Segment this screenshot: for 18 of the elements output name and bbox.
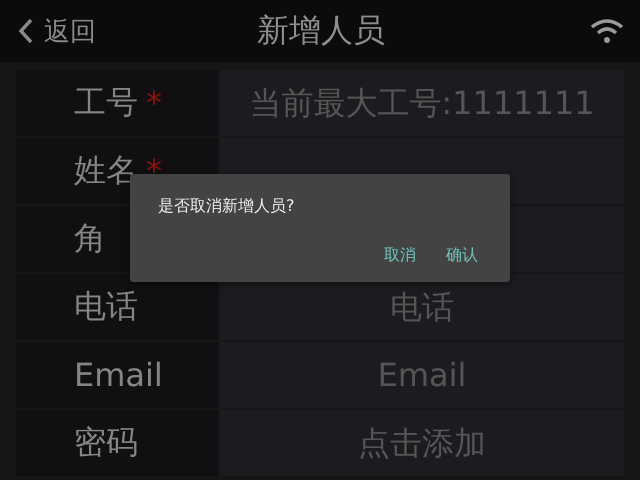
- field-label: 工号: [74, 82, 138, 123]
- chevron-left-icon: [18, 18, 34, 44]
- field-label: Email: [74, 356, 163, 394]
- field-label: 密码: [74, 422, 138, 463]
- required-mark: *: [146, 84, 162, 122]
- field-label: 角: [74, 218, 106, 259]
- input-field[interactable]: 当前最大工号:1111111: [220, 70, 624, 136]
- input-field[interactable]: 点击添加: [220, 410, 624, 476]
- dialog-button[interactable]: 取消: [384, 245, 416, 266]
- dialog-message: 是否取消新增人员?: [158, 196, 296, 217]
- input-field[interactable]: Email: [220, 342, 624, 408]
- required-mark: *: [146, 152, 162, 190]
- dialog-button[interactable]: 确认: [446, 245, 478, 266]
- input-field[interactable]: 电话: [220, 274, 624, 340]
- back-button[interactable]: 返回: [18, 14, 96, 48]
- page-title: 新增人员: [257, 10, 385, 51]
- wifi-icon: [590, 18, 624, 44]
- field-label: 电话: [74, 286, 138, 327]
